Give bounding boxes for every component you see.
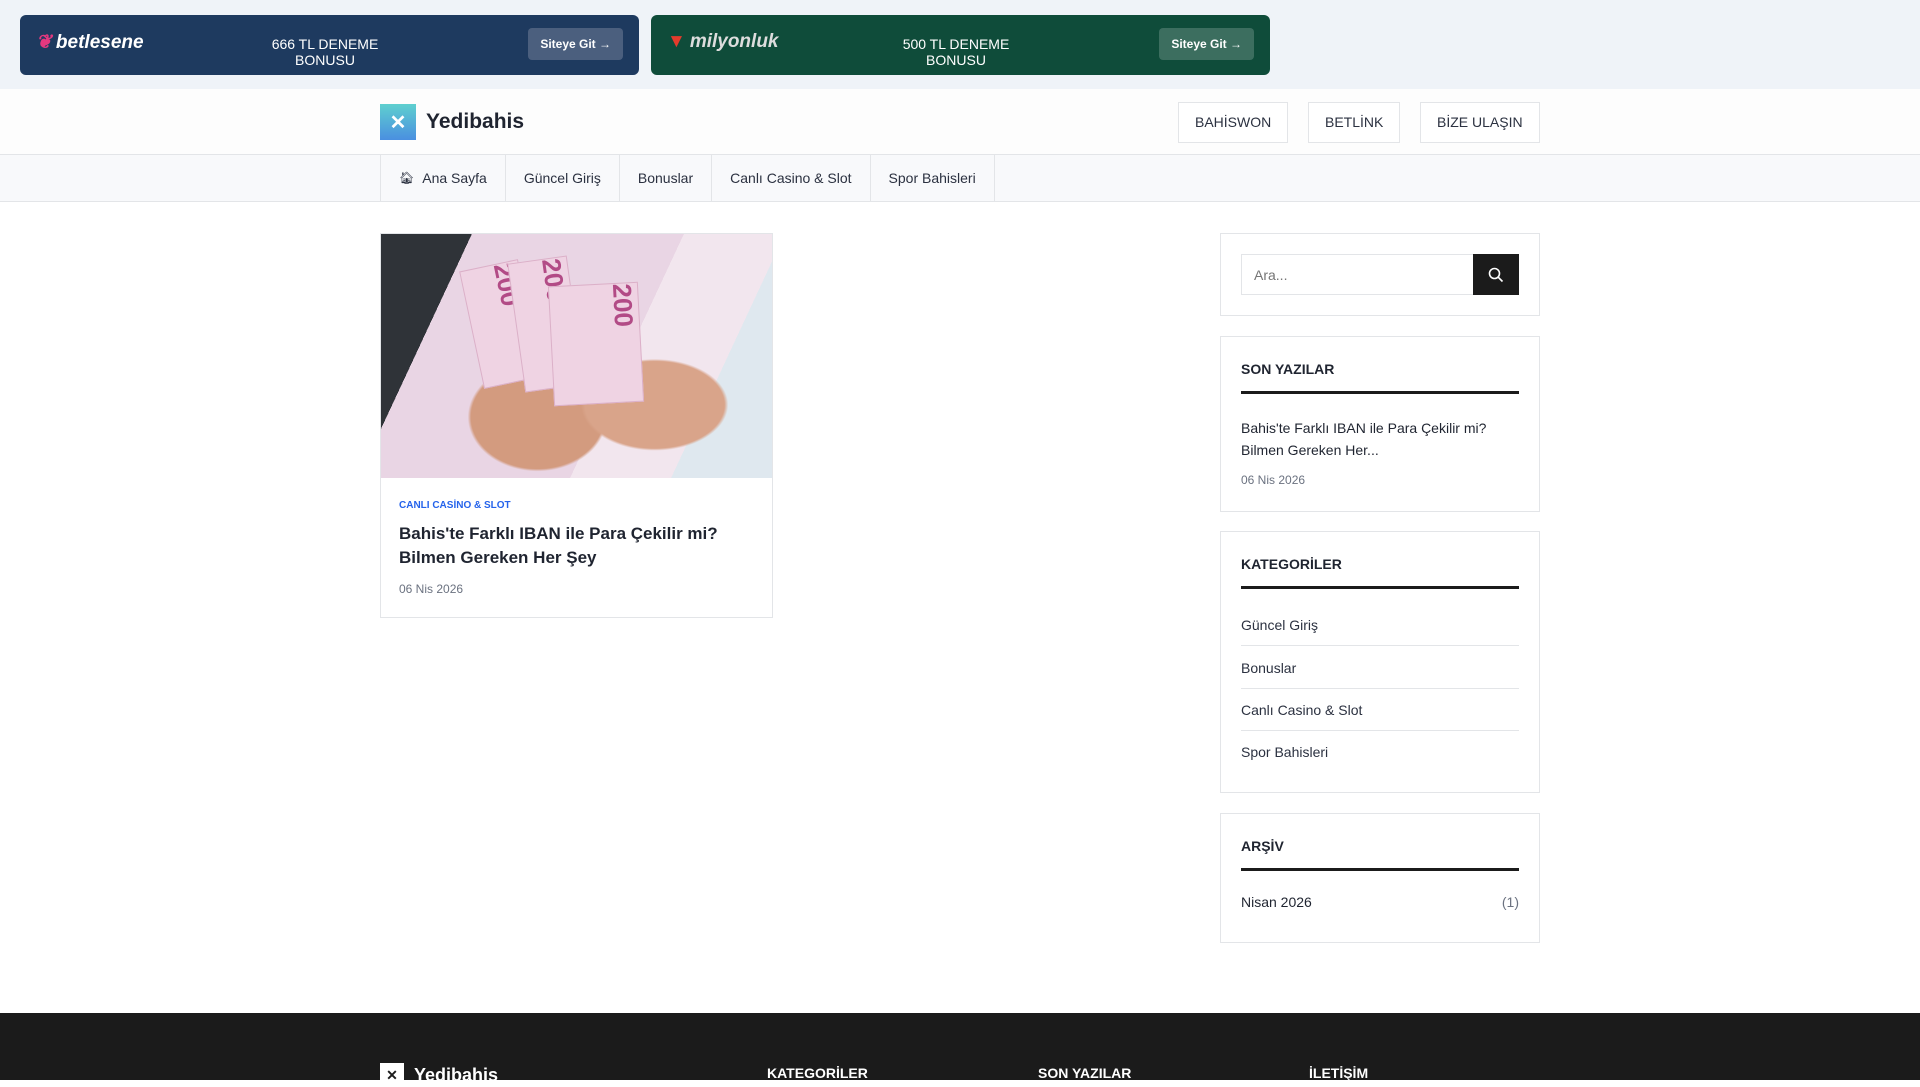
m-shield-icon: ▼ bbox=[667, 31, 686, 52]
divider bbox=[1241, 586, 1519, 589]
banknote: 200 bbox=[547, 281, 645, 407]
category-link[interactable]: Spor Bahisleri bbox=[1241, 731, 1519, 773]
search-widget bbox=[1220, 233, 1540, 316]
archive-count: (1) bbox=[1501, 894, 1519, 910]
home-icon: 🏠︎ bbox=[399, 171, 415, 185]
site-header: ✕ Yedibahis BAHİSWON BETLİNK BİZE ULAŞIN bbox=[0, 89, 1920, 155]
recent-post-date: 06 Nis 2026 bbox=[1241, 473, 1306, 487]
logo-icon: ✕ bbox=[380, 104, 416, 140]
nav-item-guncel-giris[interactable]: Güncel Giriş bbox=[506, 155, 620, 201]
widget-title: KATEGORİLER bbox=[1241, 556, 1342, 572]
logo-icon: ✕ bbox=[380, 1063, 404, 1087]
visit-site-button[interactable]: Siteye Git → bbox=[528, 28, 623, 60]
wings-icon: ❦ bbox=[36, 32, 52, 53]
footer-heading: KATEGORİLER bbox=[767, 1065, 868, 1081]
post-thumbnail[interactable]: 200 200 200 bbox=[381, 234, 772, 478]
betlesene-logo: ❦ betlesene bbox=[36, 31, 144, 54]
nav-item-spor[interactable]: Spor Bahisleri bbox=[871, 155, 995, 201]
site-name: Yedibahis bbox=[426, 110, 525, 133]
promo-bar: ❦ betlesene 666 TL DENEME BONUSU Siteye G… bbox=[0, 0, 1920, 89]
promo-text: 666 TL DENEME BONUSU bbox=[271, 36, 379, 68]
post-card[interactable]: 200 200 200 CANLI CASİNO & SLOT Bahis'te… bbox=[380, 233, 773, 618]
search-icon bbox=[1488, 267, 1504, 282]
divider bbox=[1241, 391, 1519, 394]
search-input[interactable] bbox=[1241, 254, 1474, 295]
header-button-contact[interactable]: BİZE ULAŞIN bbox=[1420, 102, 1540, 143]
post-title[interactable]: Bahis'te Farklı IBAN ile Para Çekilir mi… bbox=[399, 522, 759, 570]
footer-logo[interactable]: ✕ Yedibahis bbox=[380, 1063, 498, 1087]
promo-banner-milyonluk[interactable]: ▼ milyonluk 500 TL DENEME BONUSU Siteye G… bbox=[651, 15, 1270, 75]
site-footer: ✕ Yedibahis KATEGORİLER SON YAZILAR İLET… bbox=[0, 1013, 1920, 1087]
archive-link[interactable]: Nisan 2026 bbox=[1241, 894, 1312, 910]
visit-site-button[interactable]: Siteye Git → bbox=[1159, 28, 1254, 60]
recent-post-link[interactable]: Bahis'te Farklı IBAN ile Para Çekilir mi… bbox=[1241, 417, 1521, 461]
nav-item-bonuslar[interactable]: Bonuslar bbox=[620, 155, 713, 201]
search-button[interactable] bbox=[1473, 254, 1519, 295]
nav-item-casino[interactable]: Canlı Casino & Slot bbox=[712, 155, 871, 201]
footer-heading: SON YAZILAR bbox=[1038, 1065, 1132, 1081]
promo-text: 500 TL DENEME BONUSU bbox=[902, 36, 1010, 68]
archive-widget: ARŞİV Nisan 2026 (1) bbox=[1220, 813, 1540, 943]
header-button-bahiswon[interactable]: BAHİSWON bbox=[1178, 102, 1289, 143]
footer-heading: İLETİŞİM bbox=[1309, 1065, 1369, 1081]
nav-item-home[interactable]: 🏠︎ Ana Sayfa bbox=[381, 155, 506, 201]
site-logo[interactable]: ✕ Yedibahis bbox=[380, 104, 524, 140]
category-link[interactable]: Bonuslar bbox=[1241, 647, 1519, 689]
promo-banner-betlesene[interactable]: ❦ betlesene 666 TL DENEME BONUSU Siteye G… bbox=[20, 15, 639, 75]
post-category[interactable]: CANLI CASİNO & SLOT bbox=[399, 500, 511, 511]
milyonluk-logo: ▼ milyonluk bbox=[667, 31, 779, 52]
header-button-betlink[interactable]: BETLİNK bbox=[1308, 102, 1401, 143]
category-link[interactable]: Canlı Casino & Slot bbox=[1241, 689, 1519, 731]
recent-posts-widget: SON YAZILAR Bahis'te Farklı IBAN ile Par… bbox=[1220, 336, 1540, 512]
main-nav: 🏠︎ Ana Sayfa Güncel Giriş Bonuslar Canlı … bbox=[0, 155, 1920, 202]
divider bbox=[1241, 868, 1519, 871]
categories-widget: KATEGORİLER Güncel Giriş Bonuslar Canlı … bbox=[1220, 531, 1540, 793]
category-link[interactable]: Güncel Giriş bbox=[1241, 604, 1519, 646]
widget-title: ARŞİV bbox=[1241, 838, 1284, 854]
widget-title: SON YAZILAR bbox=[1241, 361, 1335, 377]
post-date: 06 Nis 2026 bbox=[399, 582, 464, 596]
